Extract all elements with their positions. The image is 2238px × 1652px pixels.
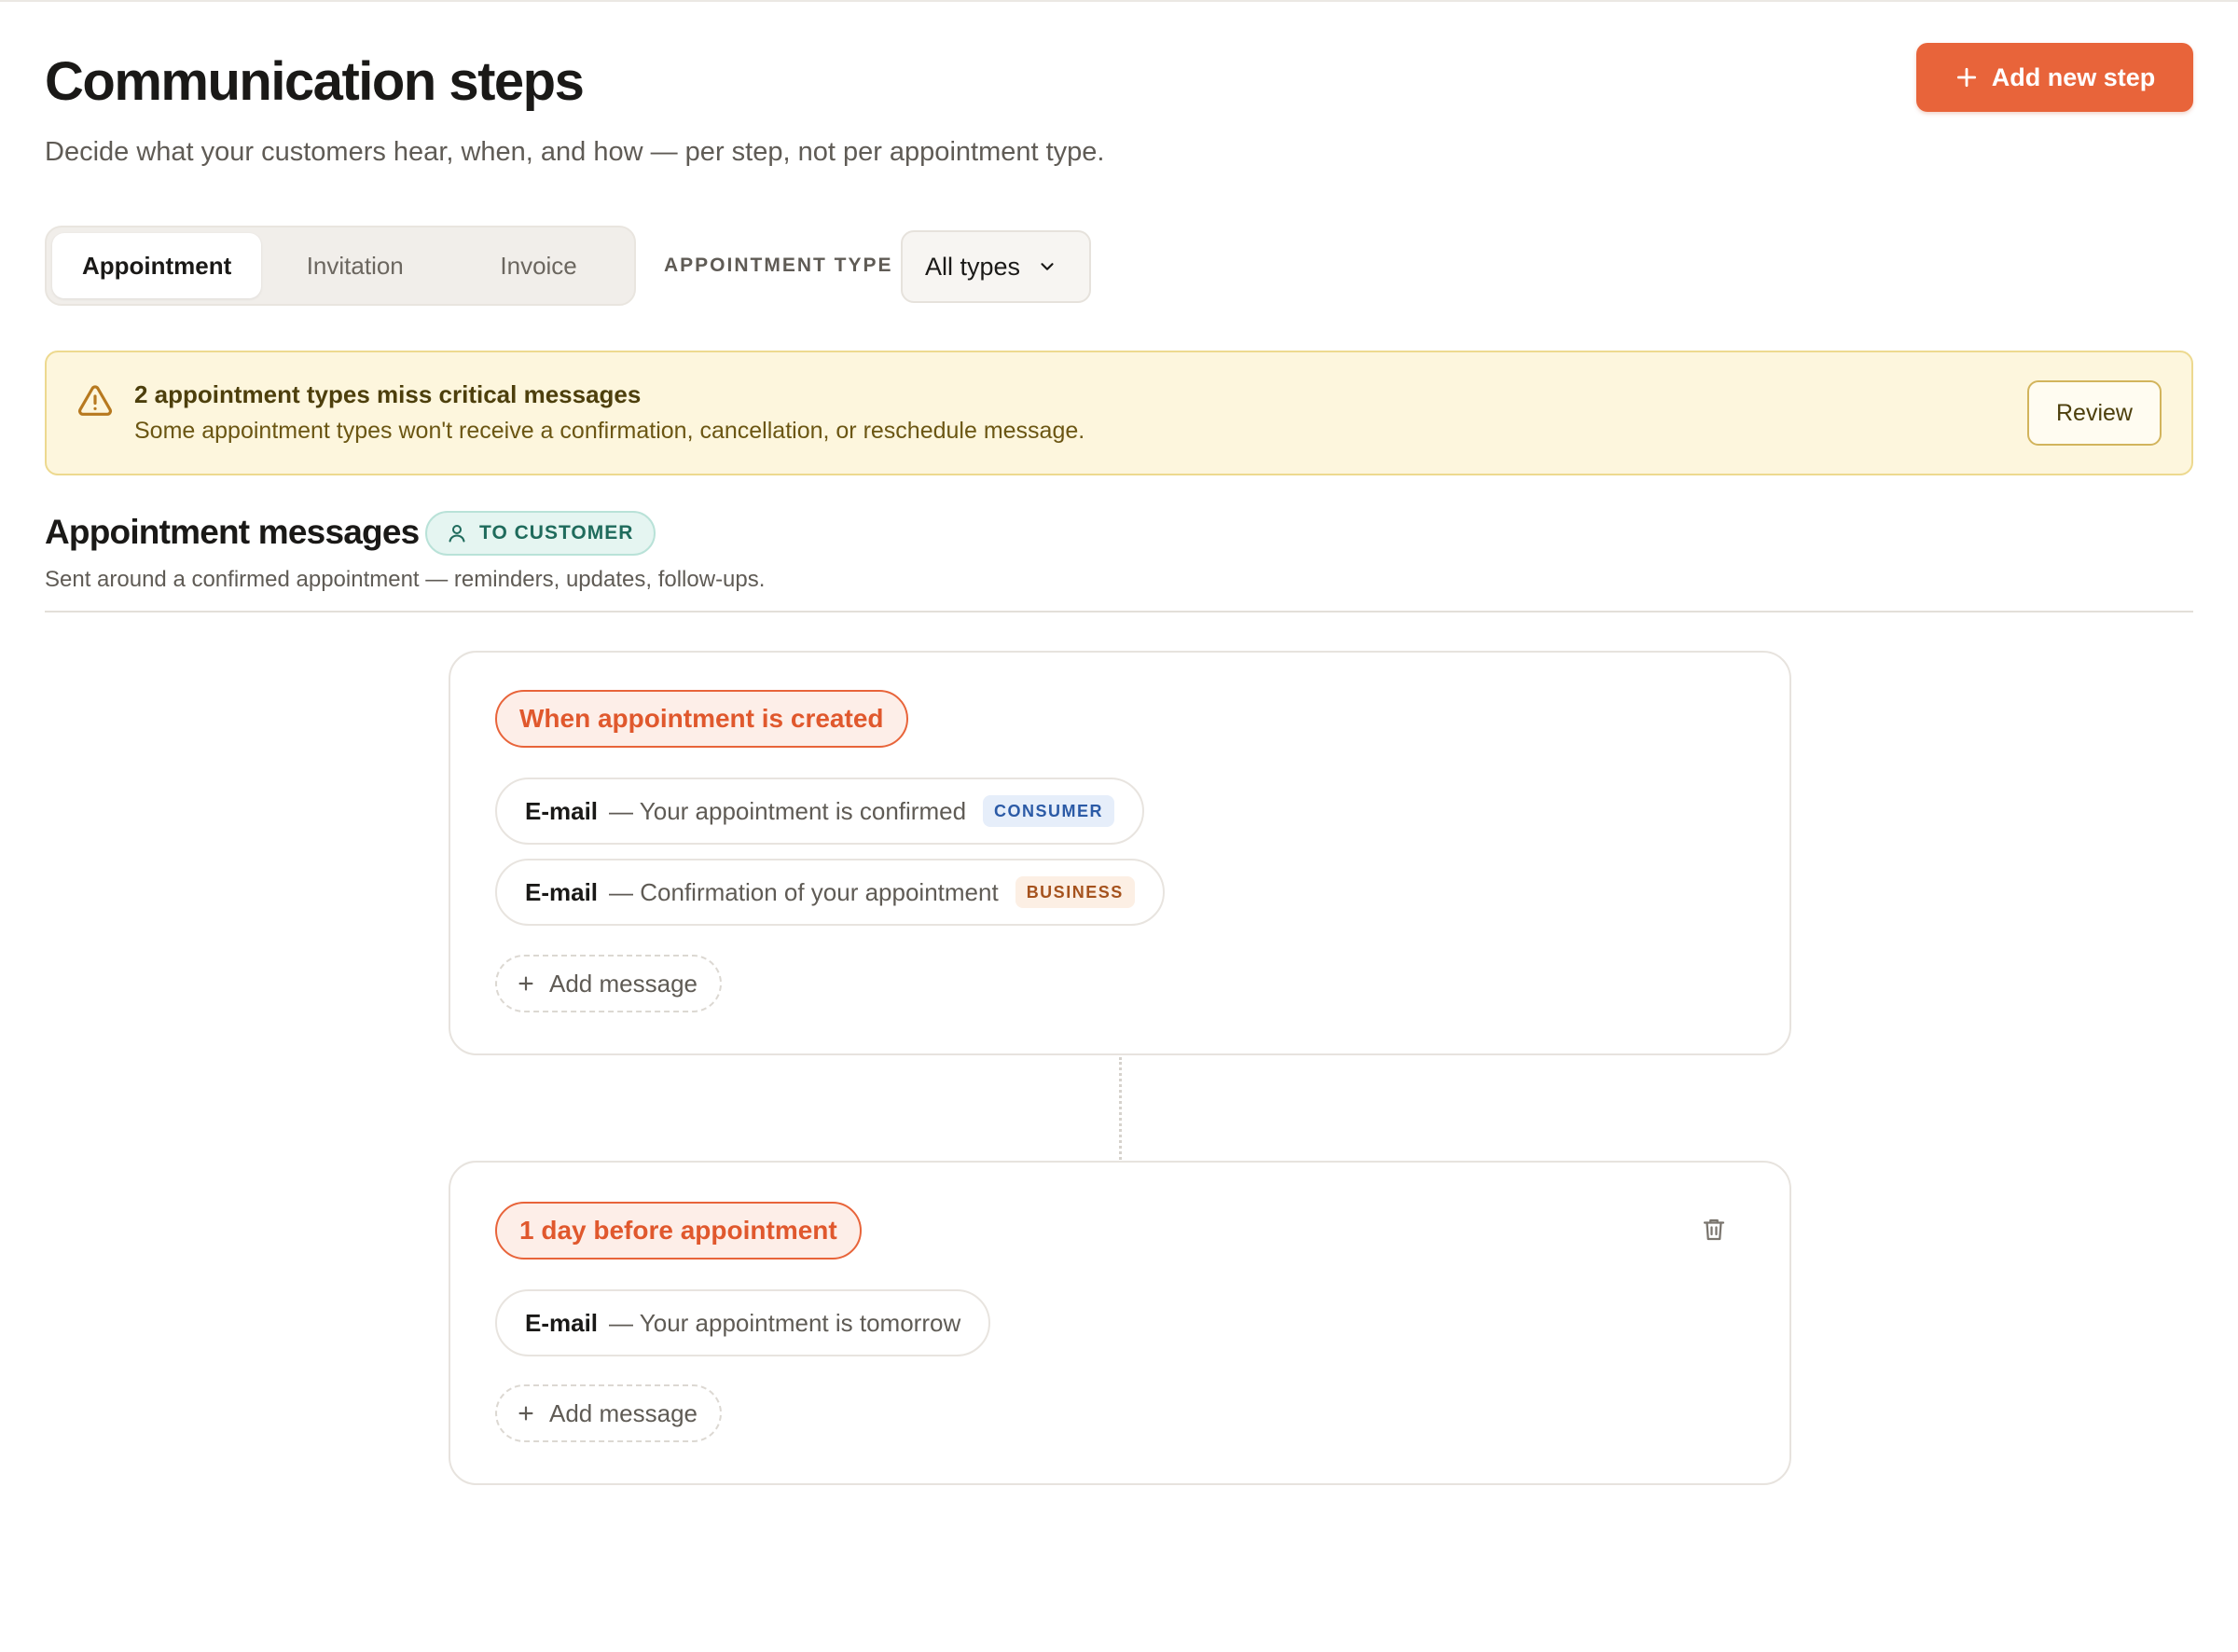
section-divider: [45, 611, 2193, 613]
message-channel: E-mail: [525, 877, 599, 906]
trash-icon: [1703, 1218, 1725, 1241]
tab-bar: Appointment Invitation Invoice: [45, 226, 636, 306]
page-title: Communication steps: [45, 51, 585, 112]
appointment-type-value: All types: [925, 252, 1021, 281]
warning-banner: 2 appointment types miss critical messag…: [45, 351, 2193, 475]
warning-title: 2 appointment types miss critical messag…: [134, 380, 642, 408]
plus-icon: [518, 976, 533, 991]
message-chip[interactable]: E-mail — Your appointment is confirmed C…: [495, 778, 1145, 845]
section-title: Appointment messages: [45, 513, 420, 551]
step-trigger-pill[interactable]: 1 day before appointment: [495, 1202, 862, 1260]
tab-invoice[interactable]: Invoice: [449, 233, 629, 298]
chevron-down-icon: [1041, 263, 1054, 270]
warning-text: Some appointment types won't receive a c…: [134, 418, 1085, 444]
message-subject: — Your appointment is confirmed: [609, 796, 967, 825]
add-new-step-label: Add new step: [1991, 62, 2156, 91]
message-chip[interactable]: E-mail — Confirmation of your appointmen…: [495, 859, 1165, 926]
delete-step-button[interactable]: [1700, 1215, 1728, 1245]
tab-appointment[interactable]: Appointment: [52, 233, 262, 298]
review-button[interactable]: Review: [2027, 380, 2162, 446]
warning-triangle-icon: [77, 385, 113, 416]
audience-badge-label: TO CUSTOMER: [479, 522, 634, 544]
appointment-type-label: APPOINTMENT TYPE: [664, 255, 893, 276]
step-card: When appointment is created E-mail — You…: [449, 651, 1791, 1055]
audience-tag-consumer: CONSUMER: [983, 795, 1115, 827]
step-card: 1 day before appointment E-mail — Your a…: [449, 1161, 1791, 1485]
step-connector: [1119, 1057, 1122, 1160]
appointment-type-select[interactable]: All types: [901, 230, 1091, 303]
message-channel: E-mail: [525, 1308, 599, 1337]
plus-icon: [518, 1406, 533, 1421]
tab-invitation[interactable]: Invitation: [265, 233, 445, 298]
message-chip[interactable]: E-mail — Your appointment is tomorrow: [495, 1289, 991, 1356]
user-icon: [449, 525, 465, 543]
add-new-step-button[interactable]: Add new step: [1916, 43, 2193, 112]
message-subject: — Your appointment is tomorrow: [609, 1308, 961, 1337]
page-subtitle: Decide what your customers hear, when, a…: [45, 137, 1105, 167]
add-message-button[interactable]: Add message: [495, 955, 722, 1012]
step-trigger-pill[interactable]: When appointment is created: [495, 690, 908, 748]
plus-icon: [1956, 67, 1976, 88]
section-description: Sent around a confirmed appointment — re…: [45, 567, 766, 592]
page-header: Communication steps Decide what your cus…: [45, 2, 2193, 179]
message-subject: — Confirmation of your appointment: [609, 877, 999, 906]
audience-tag-business: BUSINESS: [1015, 876, 1135, 908]
audience-badge: TO CUSTOMER: [425, 511, 656, 556]
add-message-label: Add message: [549, 969, 698, 998]
add-message-button[interactable]: Add message: [495, 1384, 722, 1442]
message-channel: E-mail: [525, 796, 599, 825]
add-message-label: Add message: [549, 1398, 698, 1427]
